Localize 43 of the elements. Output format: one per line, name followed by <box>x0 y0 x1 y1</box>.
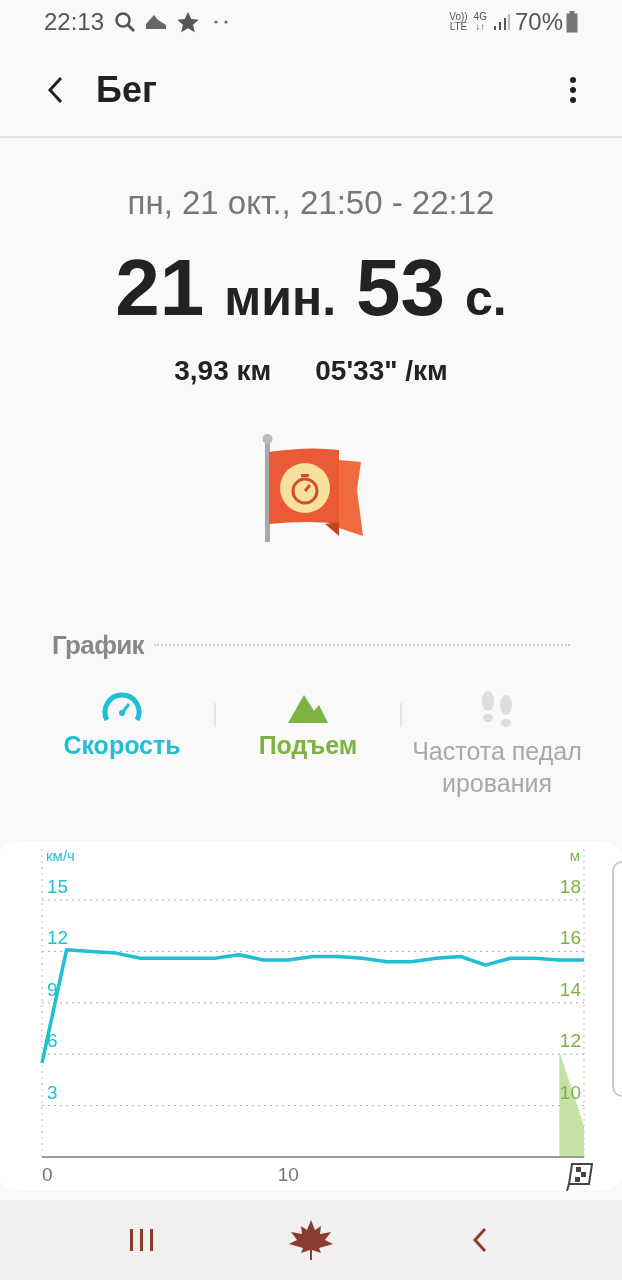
more-notifications-icon <box>214 20 229 24</box>
speed-axis-label: 3 <box>47 1081 58 1103</box>
pace: 05'33" /км <box>315 353 448 388</box>
speed-axis-label: 12 <box>47 926 69 948</box>
elevation-axis-label: 14 <box>559 978 581 1000</box>
battery-percent: 70% <box>514 7 563 37</box>
time-axis-label: 10 <box>277 1163 299 1185</box>
seconds-unit: с. <box>465 272 507 323</box>
speedometer-icon <box>100 690 144 723</box>
section-title: График <box>52 628 144 662</box>
more-options-icon <box>569 76 577 104</box>
data-arrows: ↓↑ <box>475 22 486 32</box>
chevron-left-icon <box>472 1227 488 1253</box>
elevation-axis-label: 18 <box>559 875 581 897</box>
chevron-left-icon <box>46 75 64 105</box>
battery-icon <box>566 11 578 33</box>
footprints-icon <box>479 690 515 729</box>
three-bars-icon <box>129 1229 155 1251</box>
clock: 22:13 <box>44 7 105 37</box>
star-icon <box>176 11 201 33</box>
workout-date-range: пн, 21 окт., 21:50 - 22:12 <box>127 183 495 223</box>
maple-leaf-icon <box>289 1220 333 1260</box>
signal-icon <box>492 13 511 31</box>
elevation-axis-label: 12 <box>559 1029 581 1051</box>
time-axis-label: 0 <box>42 1163 53 1185</box>
minutes-unit: мин. <box>224 272 337 323</box>
duration-seconds: 53 <box>356 247 446 328</box>
network-type: 4G <box>473 12 487 22</box>
speed-axis-label: 15 <box>47 875 69 897</box>
chart-tab[interactable]: Скорость <box>30 690 214 799</box>
distance: 3,93 км <box>174 353 272 388</box>
lte-indicator: LTE <box>449 22 468 32</box>
screen-title: Бег <box>96 68 157 112</box>
speed-unit: км/ч <box>46 846 75 864</box>
search-icon <box>114 11 137 33</box>
speed-axis-label: 6 <box>47 1029 58 1051</box>
volte-indicator: Vo)) <box>449 12 468 22</box>
elevation-axis-label: 16 <box>559 926 581 948</box>
speed-axis-label: 9 <box>47 978 58 1000</box>
elevation-unit: м <box>569 846 580 864</box>
duration-minutes: 21 <box>115 247 205 328</box>
scroll-handle[interactable] <box>612 860 622 1097</box>
chart-tab[interactable]: Подъем <box>216 690 400 799</box>
